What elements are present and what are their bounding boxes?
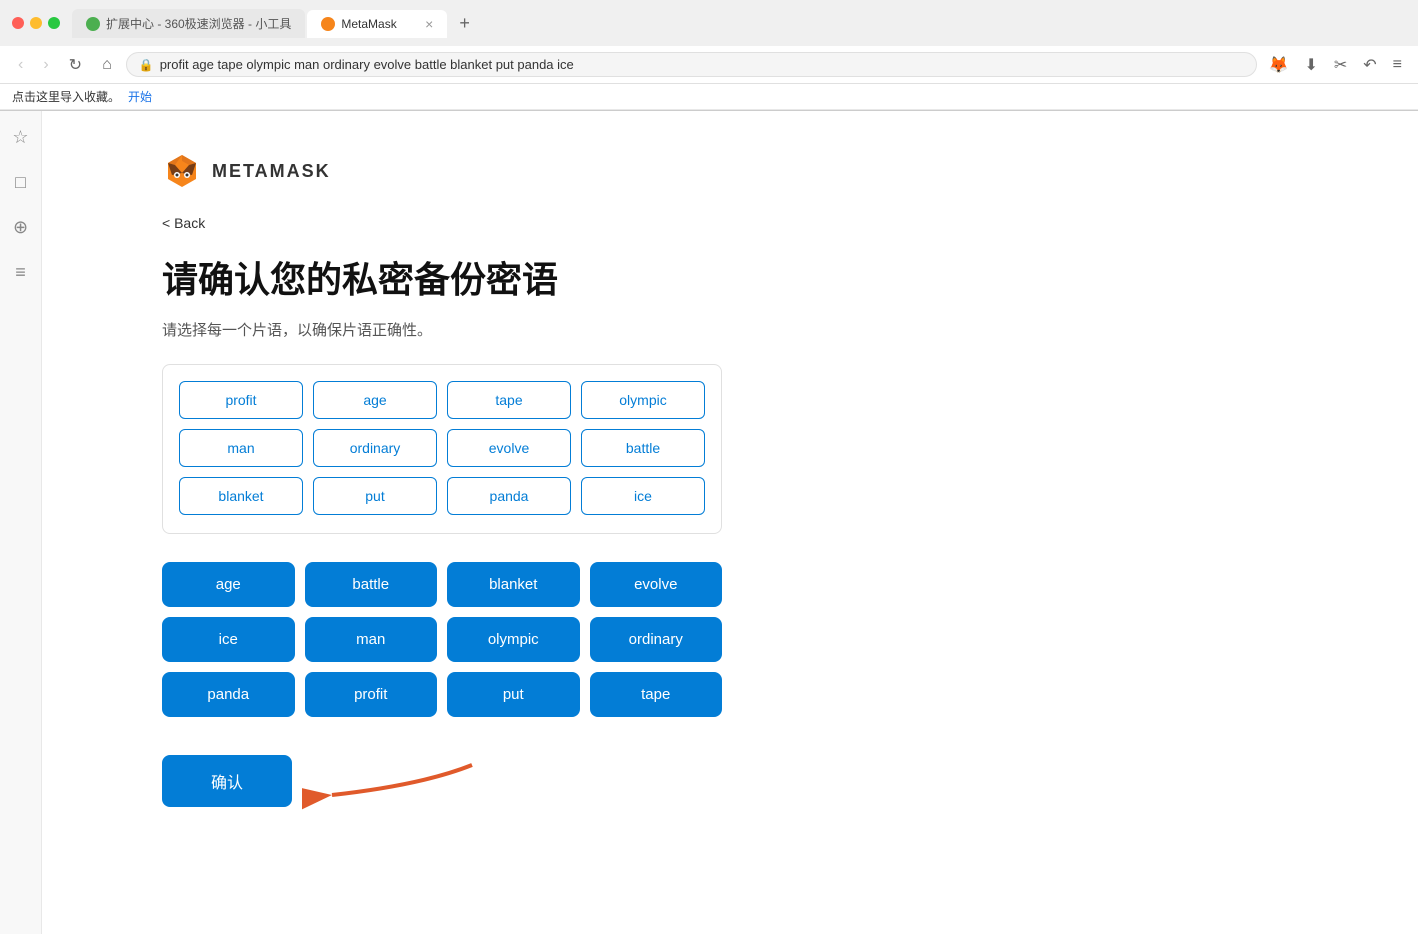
page-title: 请确认您的私密备份密语: [162, 251, 1418, 303]
history-icon[interactable]: ↶: [1359, 53, 1380, 77]
word-selection-grid-container: profit agetape olympic man ordinary evolve bat…: [162, 364, 722, 534]
answer-btn-man[interactable]: man: [305, 617, 438, 662]
tab-icon-metamask: [321, 17, 335, 31]
answer-btn-put[interactable]: put: [447, 672, 580, 717]
confirm-button[interactable]: 确认: [162, 755, 292, 807]
back-link[interactable]: < Back: [162, 215, 205, 231]
word-chip-age[interactable]: age: [313, 381, 437, 419]
sidebar-star-icon[interactable]: ☆: [8, 123, 32, 152]
fox-svg-icon: [162, 151, 202, 191]
word-chip-profit[interactable]: profit: [179, 381, 303, 419]
tab-icon-extensions: [86, 17, 100, 31]
minimize-button[interactable]: [30, 17, 42, 29]
traffic-lights: [12, 17, 60, 29]
answer-section: agebattleblanketevolve icemanolympicordin…: [162, 562, 1418, 717]
sidebar: ☆ □ ⊕ ≡: [0, 111, 42, 934]
app-layout: ☆ □ ⊕ ≡ METAMASK < Back 请确认您的私密备: [0, 111, 1418, 934]
tab-extensions[interactable]: 扩展中心 - 360极速浏览器 - 小工具: [72, 9, 305, 38]
answer-btn-panda[interactable]: panda: [162, 672, 295, 717]
maximize-button[interactable]: [48, 17, 60, 29]
close-button[interactable]: [12, 17, 24, 29]
tab-label-metamask: MetaMask: [341, 17, 396, 31]
answer-btn-ordinary[interactable]: ordinary: [590, 617, 723, 662]
answer-btn-age[interactable]: age: [162, 562, 295, 607]
word-chip-battle[interactable]: battle: [581, 429, 705, 467]
download-icon[interactable]: ⬇: [1300, 53, 1321, 77]
lock-icon: 🔒: [139, 58, 154, 72]
word-chip-ordinary[interactable]: ordinary: [313, 429, 437, 467]
word-chip-tape[interactable]: tape: [447, 381, 571, 419]
word-chip-man[interactable]: man: [179, 429, 303, 467]
new-tab-button[interactable]: +: [449, 8, 480, 38]
address-text: profit age tape olympic man ordinary evo…: [160, 57, 574, 72]
home-button[interactable]: ⌂: [96, 54, 118, 76]
word-chip-blanket[interactable]: blanket: [179, 477, 303, 515]
tab-metamask[interactable]: MetaMask ×: [307, 10, 447, 38]
answer-btn-profit[interactable]: profit: [305, 672, 438, 717]
word-chip-olympic[interactable]: olympic: [581, 381, 705, 419]
metamask-brand-text: METAMASK: [212, 161, 331, 182]
tab-label-extensions: 扩展中心 - 360极速浏览器 - 小工具: [106, 15, 291, 32]
bookmark-link[interactable]: 开始: [128, 88, 152, 105]
sidebar-doc-icon[interactable]: ≡: [11, 258, 30, 287]
sidebar-grid-icon[interactable]: ⊕: [9, 213, 32, 242]
tab-close-icon[interactable]: ×: [425, 16, 433, 32]
menu-icon[interactable]: ≡: [1389, 54, 1406, 76]
scissors-icon[interactable]: ✂: [1330, 53, 1351, 77]
nav-bar: ‹ › ↻ ⌂ 🔒 profit age tape olympic man or…: [0, 46, 1418, 84]
bookmark-bar: 点击这里导入收藏。 开始: [0, 84, 1418, 110]
arrow-left-annotation: [302, 755, 482, 825]
browser-chrome: 扩展中心 - 360极速浏览器 - 小工具 MetaMask × + ‹ › ↻…: [0, 0, 1418, 111]
main-content: METAMASK < Back 请确认您的私密备份密语 请选择每一个片语，以确保…: [42, 111, 1418, 934]
word-selection-grid: profit agetape olympic man ordinary evolve bat…: [179, 381, 705, 515]
refresh-button[interactable]: ↻: [63, 53, 88, 77]
answer-btn-evolve[interactable]: evolve: [590, 562, 723, 607]
answer-btn-blanket[interactable]: blanket: [447, 562, 580, 607]
bookmark-text: 点击这里导入收藏。: [12, 88, 120, 105]
confirm-section: 确认: [162, 755, 292, 807]
forward-nav-button[interactable]: ›: [37, 54, 54, 76]
word-chip-ice[interactable]: ice: [581, 477, 705, 515]
word-chip-panda[interactable]: panda: [447, 477, 571, 515]
metamask-extension-icon[interactable]: 🦊: [1265, 53, 1293, 77]
answer-btn-ice[interactable]: ice: [162, 617, 295, 662]
word-chip-put[interactable]: put: [313, 477, 437, 515]
metamask-logo: METAMASK: [162, 151, 1418, 191]
answer-btn-battle[interactable]: battle: [305, 562, 438, 607]
sidebar-book-icon[interactable]: □: [11, 168, 30, 197]
answer-btn-olympic[interactable]: olympic: [447, 617, 580, 662]
title-bar: 扩展中心 - 360极速浏览器 - 小工具 MetaMask × +: [0, 0, 1418, 46]
tabs-bar: 扩展中心 - 360极速浏览器 - 小工具 MetaMask × +: [72, 8, 1406, 38]
address-bar[interactable]: 🔒 profit age tape olympic man ordinary e…: [126, 52, 1257, 77]
answer-grid: agebattleblanketevolve icemanolympicordin…: [162, 562, 722, 717]
page-subtitle: 请选择每一个片语，以确保片语正确性。: [162, 319, 1418, 340]
answer-btn-tape[interactable]: tape: [590, 672, 723, 717]
arrow-right-annotation: [1378, 532, 1418, 652]
back-nav-button[interactable]: ‹: [12, 54, 29, 76]
word-chip-evolve[interactable]: evolve: [447, 429, 571, 467]
nav-actions: 🦊 ⬇ ✂ ↶ ≡: [1265, 53, 1406, 77]
